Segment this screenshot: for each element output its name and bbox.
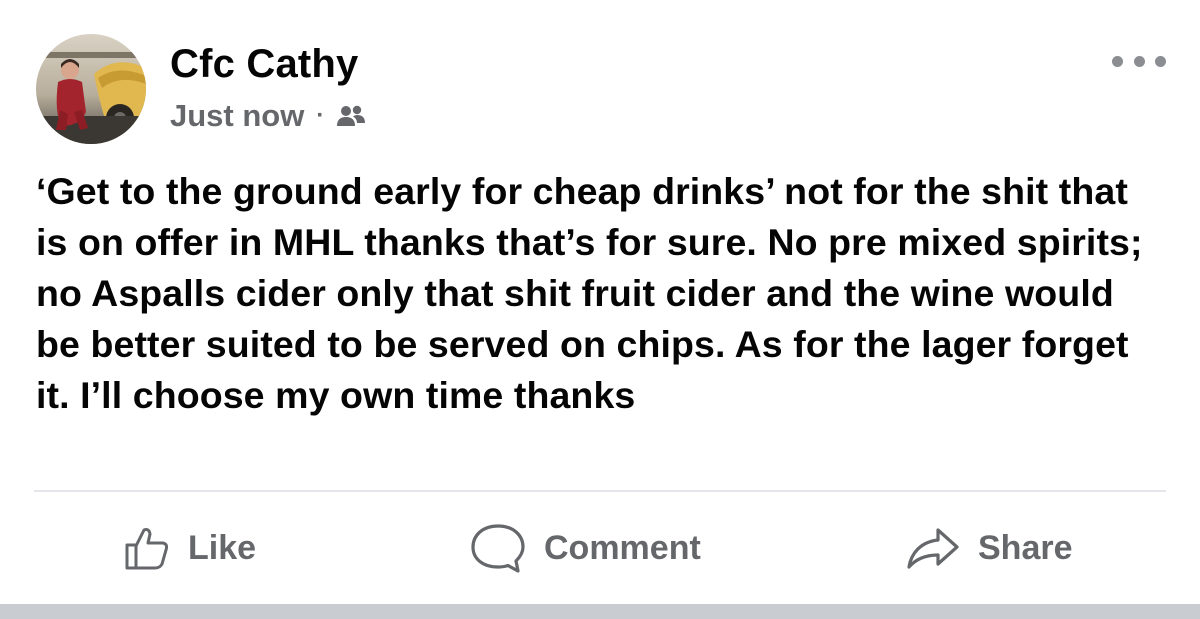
author-avatar[interactable] bbox=[36, 34, 146, 144]
comment-label: Comment bbox=[544, 528, 701, 567]
feed-separator bbox=[0, 604, 1200, 619]
more-options-icon[interactable] bbox=[1112, 48, 1166, 74]
author-name[interactable]: Cfc Cathy bbox=[170, 40, 359, 88]
share-arrow-icon bbox=[907, 528, 959, 569]
like-label: Like bbox=[188, 528, 257, 567]
share-label: Share bbox=[978, 528, 1073, 567]
post-text: ‘Get to the ground early for cheap drink… bbox=[36, 170, 1143, 416]
speech-bubble-icon bbox=[471, 524, 525, 573]
friends-icon[interactable] bbox=[336, 104, 366, 130]
meta-separator: · bbox=[316, 102, 325, 129]
like-button[interactable]: Like bbox=[124, 512, 256, 584]
post-card: Cfc Cathy Just now · ‘Get to the ground … bbox=[0, 0, 1200, 604]
post-timestamp[interactable]: Just now bbox=[170, 98, 304, 134]
more-dot bbox=[1155, 55, 1166, 67]
avatar-photo bbox=[36, 34, 146, 144]
more-dot bbox=[1112, 55, 1123, 67]
post-actions: Like Comment Share bbox=[0, 512, 1200, 584]
thumbs-up-icon bbox=[125, 528, 169, 570]
share-button[interactable]: Share bbox=[906, 512, 1073, 584]
post-meta: Just now · bbox=[170, 96, 366, 136]
more-dot bbox=[1133, 55, 1145, 67]
comment-button[interactable]: Comment bbox=[470, 512, 701, 584]
divider bbox=[34, 490, 1166, 492]
